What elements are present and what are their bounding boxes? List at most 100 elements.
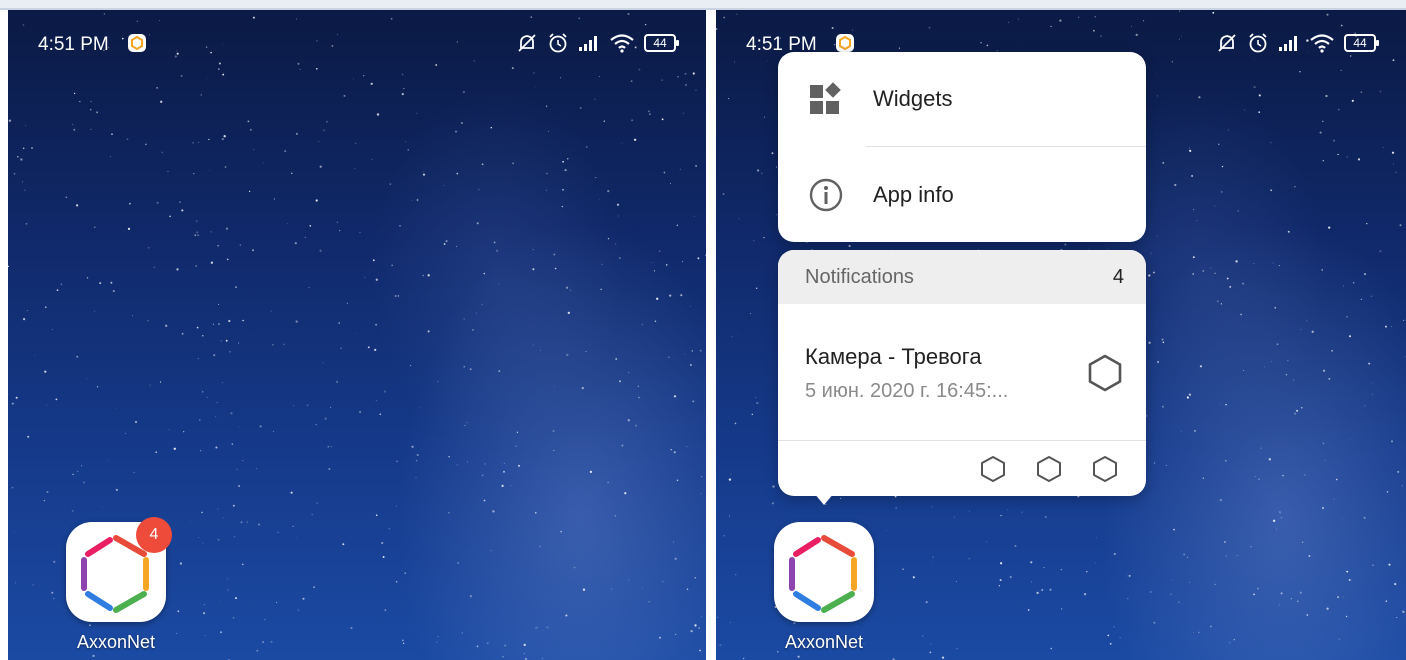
star <box>1337 108 1340 111</box>
star <box>628 579 630 581</box>
menu-item-app-info[interactable]: App info <box>778 148 1146 242</box>
star <box>1353 282 1355 284</box>
star <box>567 158 569 160</box>
star <box>481 163 484 166</box>
star <box>457 562 460 564</box>
star <box>1370 295 1373 298</box>
notification-subtitle: 5 июн. 2020 г. 16:45:... <box>805 380 1009 402</box>
star <box>56 289 59 291</box>
star <box>1131 26 1132 28</box>
star <box>198 419 201 421</box>
star <box>1083 593 1087 596</box>
star <box>114 408 116 410</box>
star <box>202 542 204 544</box>
star <box>8 265 10 268</box>
star <box>200 450 202 452</box>
app-shortcut-menu: Widgets App info <box>778 52 1146 242</box>
star <box>27 435 30 438</box>
star <box>15 396 18 399</box>
star <box>723 16 726 19</box>
star <box>546 626 549 629</box>
star <box>1253 593 1255 596</box>
star <box>1326 13 1329 16</box>
star <box>354 167 356 170</box>
star <box>624 492 627 495</box>
star <box>532 268 535 271</box>
star <box>435 64 438 66</box>
star <box>953 516 955 518</box>
menu-divider <box>866 146 1146 147</box>
star <box>219 601 221 602</box>
star <box>1335 478 1338 481</box>
star <box>223 135 226 138</box>
axxonnet-app-icon[interactable] <box>774 522 874 622</box>
star <box>165 324 168 327</box>
star <box>598 75 600 78</box>
star <box>1188 393 1192 396</box>
star <box>174 55 177 58</box>
star <box>1220 191 1223 193</box>
app-logo-icon <box>128 34 146 52</box>
hexagon-icon[interactable] <box>1090 454 1120 484</box>
star <box>253 148 255 150</box>
star <box>1242 282 1244 285</box>
star <box>259 425 262 428</box>
star <box>621 444 624 447</box>
star <box>728 515 731 517</box>
star <box>173 447 176 450</box>
star <box>197 234 199 236</box>
star <box>232 504 235 507</box>
star <box>156 201 159 204</box>
star <box>217 508 219 510</box>
star <box>401 639 404 642</box>
star <box>743 657 745 660</box>
star <box>1174 183 1177 187</box>
star <box>330 446 332 448</box>
star <box>220 631 222 634</box>
star <box>1287 359 1289 362</box>
star <box>352 78 354 80</box>
star <box>236 468 238 470</box>
star <box>224 166 227 168</box>
star <box>337 34 338 35</box>
star <box>1198 631 1200 634</box>
star <box>723 535 725 537</box>
star <box>1021 511 1023 513</box>
star <box>126 138 129 141</box>
app-label: AxxonNet <box>76 632 156 652</box>
star <box>751 413 754 416</box>
star <box>941 656 945 659</box>
star <box>492 510 495 513</box>
wifi-icon <box>1310 34 1334 53</box>
hexagon-icon[interactable] <box>1034 454 1064 484</box>
star <box>1253 263 1255 265</box>
star <box>700 493 702 494</box>
star <box>638 68 641 71</box>
star <box>1278 511 1282 514</box>
menu-item-widgets[interactable]: Widgets <box>778 52 1146 146</box>
star <box>222 517 224 518</box>
star <box>585 350 587 353</box>
star <box>159 381 162 383</box>
star <box>1044 516 1047 518</box>
star <box>238 485 241 487</box>
star <box>611 588 613 590</box>
star <box>1162 341 1165 344</box>
star <box>633 138 637 141</box>
star <box>1388 563 1391 566</box>
star <box>1007 21 1009 23</box>
star <box>1009 575 1012 579</box>
star <box>472 329 474 331</box>
star <box>1218 143 1220 145</box>
star <box>1343 285 1345 287</box>
star <box>1349 335 1351 338</box>
info-icon <box>809 178 843 212</box>
star <box>222 43 223 45</box>
star <box>464 425 466 426</box>
star <box>208 138 210 141</box>
star <box>147 320 149 322</box>
star <box>225 227 229 230</box>
star <box>1186 396 1190 399</box>
star <box>565 286 569 289</box>
hexagon-icon[interactable] <box>978 454 1008 484</box>
